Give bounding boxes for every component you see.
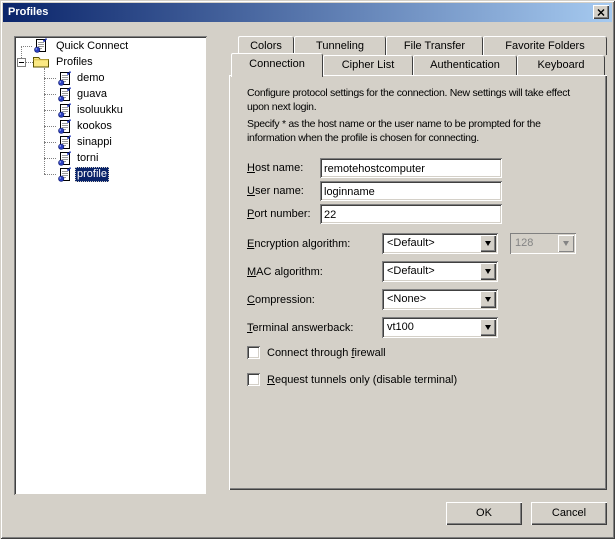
tab-favorite-folders[interactable]: Favorite Folders xyxy=(483,36,607,55)
quick-connect-icon xyxy=(34,38,47,53)
tab-label: Keyboard xyxy=(537,59,585,71)
compression-select[interactable]: <None> xyxy=(382,289,498,310)
profile-doc-icon xyxy=(58,135,71,150)
host-name-label: Host name: xyxy=(247,162,304,174)
selected-value: vt100 xyxy=(387,321,414,333)
tab-label: Authentication xyxy=(430,59,500,71)
chevron-down-icon xyxy=(563,241,569,246)
chevron-down-icon xyxy=(485,241,491,246)
request-tunnels-only-label[interactable]: Request tunnels only (disable terminal) xyxy=(267,374,457,387)
tab-label: Cipher List xyxy=(341,59,395,71)
profile-doc-icon xyxy=(58,151,71,166)
tab-label: Colors xyxy=(250,40,282,52)
close-button[interactable] xyxy=(593,5,609,19)
tab-label: Tunneling xyxy=(316,40,364,52)
cancel-button[interactable]: Cancel xyxy=(531,502,607,525)
tree-connector xyxy=(21,46,32,47)
selected-value: <Default> xyxy=(387,237,435,249)
port-number-label: Port number: xyxy=(247,208,311,220)
tree-item-demo[interactable]: demo xyxy=(16,70,205,86)
host-name-input[interactable] xyxy=(320,158,502,178)
tab-label: File Transfer xyxy=(403,40,466,52)
tree-item-quick-connect[interactable]: Quick Connect xyxy=(16,38,205,54)
tree-item-isoluukku[interactable]: isoluukku xyxy=(16,102,205,118)
tab-label: Favorite Folders xyxy=(505,40,585,52)
connect-through-firewall-label[interactable]: Connect through firewall xyxy=(267,347,386,360)
terminal-answerback-select[interactable]: vt100 xyxy=(382,317,498,338)
profiles-dialog: Profiles Quick Connect Profiles demo gua… xyxy=(0,0,615,539)
profile-doc-icon xyxy=(58,71,71,86)
tree-item-label: isoluukku xyxy=(77,104,123,116)
selected-value: <None> xyxy=(387,293,427,305)
tree-item-profiles-folder[interactable]: Profiles xyxy=(16,54,205,70)
tree-item-profile[interactable]: profile xyxy=(16,166,205,182)
encryption-algorithm-select[interactable]: <Default> xyxy=(382,233,498,254)
user-name-label: User name: xyxy=(247,185,304,197)
tab-cipher-list[interactable]: Cipher List xyxy=(323,55,413,75)
mac-algorithm-select[interactable]: <Default> xyxy=(382,261,498,282)
intro-text-2: Specify * as the host name or the user n… xyxy=(247,118,541,144)
dropdown-button[interactable] xyxy=(480,263,496,280)
connect-through-firewall-checkbox[interactable] xyxy=(247,346,260,359)
selected-value: 128 xyxy=(515,237,534,249)
tab-connection[interactable]: Connection xyxy=(231,53,323,77)
dropdown-button xyxy=(558,235,574,252)
encryption-algorithm-label: Encryption algorithm: xyxy=(247,238,351,250)
tree-item-label-selected: profile xyxy=(75,167,109,182)
tree-item-label: Quick Connect xyxy=(56,40,129,52)
tab-file-transfer[interactable]: File Transfer xyxy=(386,36,483,55)
tree-connector xyxy=(44,110,56,111)
tree-item-sinappi[interactable]: sinappi xyxy=(16,134,205,150)
profile-doc-icon xyxy=(58,103,71,118)
tree-item-label: demo xyxy=(77,72,105,84)
title-bar: Profiles xyxy=(3,3,612,22)
terminal-answerback-label: Terminal answerback: xyxy=(247,322,354,334)
dropdown-button[interactable] xyxy=(480,319,496,336)
tree-item-label: Profiles xyxy=(56,56,93,68)
tab-keyboard[interactable]: Keyboard xyxy=(517,55,605,75)
port-number-input[interactable] xyxy=(320,204,502,224)
dropdown-button[interactable] xyxy=(480,235,496,252)
tree-connector xyxy=(44,94,56,95)
mac-algorithm-label: MAC algorithm: xyxy=(247,266,323,278)
tree-connector xyxy=(44,174,56,175)
tree-item-label: guava xyxy=(77,88,107,100)
profile-doc-icon xyxy=(58,87,71,102)
cipher-bits-select: 128 xyxy=(510,233,576,254)
selected-value: <Default> xyxy=(387,265,435,277)
ok-button[interactable]: OK xyxy=(446,502,522,525)
tree-connector xyxy=(44,126,56,127)
chevron-down-icon xyxy=(485,325,491,330)
tree-connector xyxy=(26,62,33,63)
user-name-input[interactable] xyxy=(320,181,502,201)
tree-item-torni[interactable]: torni xyxy=(16,150,205,166)
tree-item-label: kookos xyxy=(77,120,112,132)
chevron-down-icon xyxy=(485,269,491,274)
tab-authentication[interactable]: Authentication xyxy=(413,55,517,75)
tree-item-guava[interactable]: guava xyxy=(16,86,205,102)
request-tunnels-only-checkbox[interactable] xyxy=(247,373,260,386)
connection-tab-panel: Configure protocol settings for the conn… xyxy=(229,75,607,490)
tree-item-kookos[interactable]: kookos xyxy=(16,118,205,134)
window-title: Profiles xyxy=(8,6,49,18)
compression-label: Compression: xyxy=(247,294,315,306)
dropdown-button[interactable] xyxy=(480,291,496,308)
intro-text-1: Configure protocol settings for the conn… xyxy=(247,87,570,113)
profile-doc-icon xyxy=(58,119,71,134)
profile-tree-viewport: Quick Connect Profiles demo guava isoluu… xyxy=(16,38,205,493)
tree-item-label: sinappi xyxy=(77,136,112,148)
profile-doc-icon xyxy=(58,167,71,182)
tree-connector xyxy=(44,142,56,143)
tree-connector xyxy=(44,158,56,159)
profile-tree: Quick Connect Profiles demo guava isoluu… xyxy=(14,36,207,495)
tree-item-label: torni xyxy=(77,152,99,164)
tree-connector xyxy=(44,78,56,79)
chevron-down-icon xyxy=(485,297,491,302)
tab-label: Connection xyxy=(249,58,305,70)
folder-icon xyxy=(33,57,49,68)
close-icon xyxy=(597,8,605,16)
